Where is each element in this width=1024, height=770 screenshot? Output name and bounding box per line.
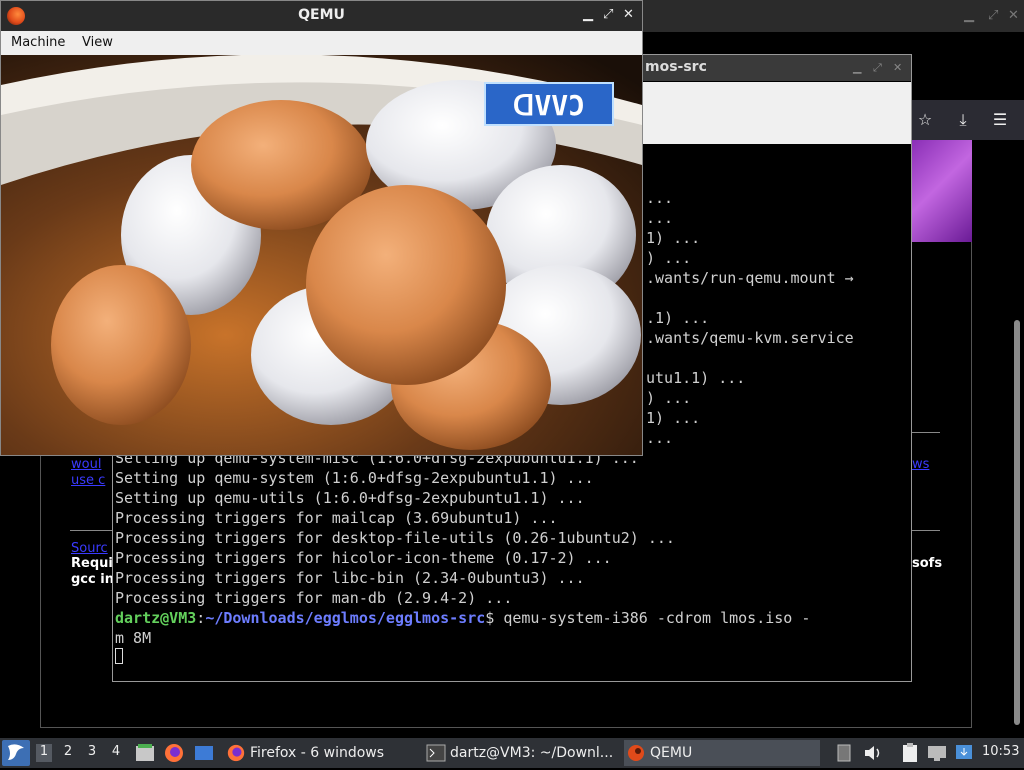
qemu-title: QEMU	[298, 7, 345, 23]
page-link[interactable]: Sourc	[71, 541, 108, 556]
terminal-title: mos-src	[645, 59, 707, 75]
terminal-line: ) ...	[646, 389, 692, 407]
file-manager-icon[interactable]	[134, 742, 156, 764]
task-qemu[interactable]: QEMU	[624, 740, 820, 766]
task-firefox[interactable]: Firefox - 6 windows	[224, 740, 420, 766]
task-terminal[interactable]: dartz@VM3: ~/Downl...	[424, 740, 620, 766]
terminal-line: Processing triggers for mailcap (3.69ubu…	[115, 509, 558, 527]
workspace-3[interactable]: 3	[84, 744, 100, 762]
terminal-line: .1) ...	[646, 309, 710, 327]
terminal-line: Processing triggers for libc-bin (2.34-0…	[115, 569, 585, 587]
workspace-1[interactable]: 1	[36, 744, 52, 762]
firefox-toolbar: ☆ ⤓ ☰	[912, 100, 1024, 140]
start-menu-button[interactable]	[2, 740, 30, 766]
firefox-icon	[227, 744, 245, 762]
page-divider	[70, 530, 112, 531]
guest-eggs-image: ᗡVVƆ	[1, 55, 642, 455]
qemu-icon	[628, 745, 644, 761]
restore-icon[interactable]: ⤢	[873, 61, 882, 75]
terminal-line: ...	[646, 189, 674, 207]
bookmark-star-icon[interactable]: ☆	[915, 110, 935, 129]
qemu-window[interactable]: QEMU ▁ ⤢ ✕ Machine View ᗡVVƆ	[0, 0, 643, 456]
task-label: QEMU	[650, 745, 693, 761]
terminal-line: 1) ...	[646, 229, 701, 247]
terminal-line: .wants/qemu-kvm.service	[646, 329, 854, 347]
terminal-cursor	[115, 648, 123, 664]
close-icon[interactable]: ✕	[623, 7, 634, 22]
terminal-icon	[426, 744, 446, 762]
menu-machine[interactable]: Machine	[11, 35, 65, 50]
page-divider	[912, 432, 940, 433]
close-icon[interactable]: ✕	[1008, 8, 1019, 23]
page-divider	[912, 530, 940, 531]
terminal-prompt-line: dartz@VM3:~/Downloads/egglmos/egglmos-sr…	[115, 609, 811, 627]
prompt-path: ~/Downloads/egglmos/egglmos-src	[205, 609, 486, 627]
minimize-icon[interactable]: ▁	[964, 8, 974, 23]
terminal-line: ) ...	[646, 249, 692, 267]
terminal-line: utu1.1) ...	[646, 369, 746, 387]
update-notifier-icon[interactable]	[953, 742, 975, 764]
page-text: gcc in	[71, 572, 114, 587]
prompt-user: dartz@VM3	[115, 609, 197, 627]
page-text: sofs	[912, 556, 943, 571]
firefox-icon[interactable]	[163, 742, 185, 764]
firefox-titlebar[interactable]: ▁ ⤢ ✕	[642, 0, 1024, 32]
start-menu-icon	[8, 744, 24, 760]
qemu-menubar: Machine View	[1, 31, 642, 56]
terminal-line: Processing triggers for desktop-file-uti…	[115, 529, 675, 547]
show-desktop-icon[interactable]	[193, 742, 215, 764]
qemu-titlebar[interactable]: QEMU ▁ ⤢ ✕	[1, 1, 642, 31]
terminal-line: Processing triggers for hicolor-icon-the…	[115, 549, 612, 567]
terminal-line: Processing triggers for man-db (2.9.4-2)…	[115, 589, 513, 607]
page-link[interactable]: use c	[71, 473, 105, 488]
guest-logo-text: ᗡVVƆ	[513, 89, 585, 122]
qemu-guest-display[interactable]: ᗡVVƆ	[1, 55, 642, 455]
terminal-line: ...	[646, 429, 674, 447]
tray-notes-icon[interactable]	[833, 742, 855, 764]
workspace-4[interactable]: 4	[108, 744, 124, 762]
close-icon[interactable]: ✕	[893, 61, 902, 74]
page-scrollbar[interactable]	[1014, 320, 1020, 725]
command-text: qemu-system-i386 -cdrom lmos.iso -	[503, 609, 811, 627]
terminal-line: 1) ...	[646, 409, 701, 427]
network-icon[interactable]	[926, 742, 948, 764]
page-banner-image	[912, 140, 972, 242]
terminal-line: Setting up qemu-utils (1:6.0+dfsg-2expub…	[115, 489, 585, 507]
task-label: Firefox - 6 windows	[250, 745, 385, 761]
menu-view[interactable]: View	[82, 35, 113, 50]
terminal-line: .wants/run-qemu.mount →	[646, 269, 854, 287]
page-link[interactable]: ws	[912, 457, 929, 472]
volume-icon[interactable]	[862, 742, 884, 764]
terminal-line: ...	[646, 209, 674, 227]
minimize-icon[interactable]: ▁	[583, 7, 593, 22]
restore-icon[interactable]: ⤢	[603, 7, 613, 22]
page-text: Requi	[71, 556, 113, 571]
download-icon[interactable]: ⤓	[953, 110, 973, 130]
menu-icon[interactable]: ☰	[990, 110, 1010, 129]
taskbar: 1234 Firefox - 6 windows dartz@VM3: ~/Do…	[0, 738, 1024, 768]
clipboard-icon[interactable]	[899, 742, 921, 764]
clock[interactable]: 10:53	[982, 744, 1019, 759]
page-link[interactable]: woul	[71, 457, 101, 472]
command-continuation: m 8M	[115, 629, 152, 647]
terminal-line: Setting up qemu-system (1:6.0+dfsg-2expu…	[115, 469, 594, 487]
minimize-icon[interactable]: ▁	[853, 61, 861, 74]
task-label: dartz@VM3: ~/Downl...	[450, 745, 614, 761]
workspace-2[interactable]: 2	[60, 744, 76, 762]
restore-icon[interactable]: ⤢	[988, 8, 998, 23]
